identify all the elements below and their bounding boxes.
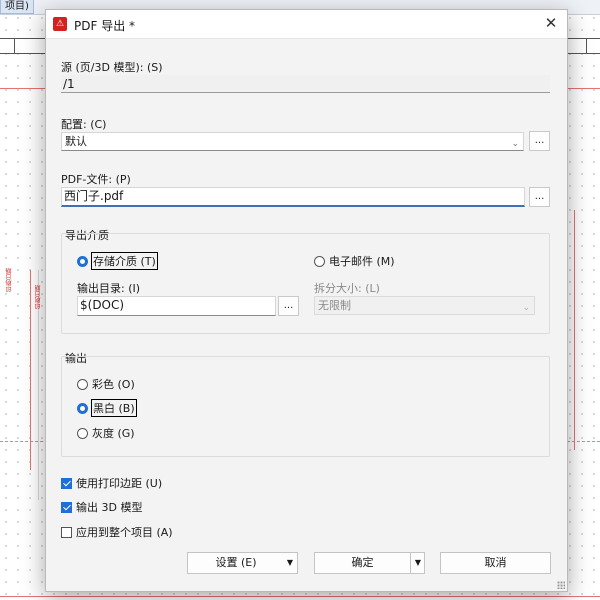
print-margin-checkbox[interactable]: 使用打印边距 (U) [61,475,162,491]
band-tick [586,39,587,53]
frame-line-red [574,210,575,450]
checkbox-checked-icon [61,501,72,513]
ok-button[interactable]: 确定 ▼ [314,552,425,574]
config-browse-button[interactable]: ... [529,131,550,151]
email-radio-label: 电子邮件 (M) [329,255,395,268]
split-size-value: 无限制 [318,299,351,312]
grayscale-radio[interactable]: 灰度 (G) [77,425,135,441]
pdf-file-browse-button[interactable]: ... [529,187,550,207]
checkbox-checked-icon [61,477,72,489]
checkbox-unchecked-icon [61,526,72,538]
output-dir-label: 输出目录: (I) [77,282,141,295]
cancel-button[interactable]: 取消 [440,552,551,574]
settings-button[interactable]: 设置 (E) ▼ [187,552,298,574]
output-dir-input[interactable]: $(DOC) [77,296,276,316]
split-size-dropdown: 无限制 ⌄ [314,296,535,315]
color-radio[interactable]: 彩色 (O) [77,376,135,392]
caret-down-icon[interactable]: ▼ [411,553,425,573]
close-icon[interactable]: ✕ [535,10,567,38]
chevron-down-icon: ⌄ [511,139,519,149]
dialog-title: PDF 导出 * [74,19,136,33]
config-label: 配置: (C) [61,118,107,131]
config-value: 默认 [65,135,87,148]
pdf-export-dialog: ⚠ PDF 导出 * ✕ 源 (页/3D 模型): (S) /1 配置: (C)… [45,9,568,592]
pdf-app-icon: ⚠ [53,17,67,31]
resize-grip-icon[interactable] [557,581,565,589]
email-radio[interactable]: 电子邮件 (M) [314,253,395,269]
radio-unselected-icon [77,378,88,390]
radio-selected-icon [77,402,88,414]
storage-radio-label: 存储介质 (T) [91,252,158,270]
chevron-down-icon: ⌄ [522,303,530,313]
pdf-file-input[interactable]: 西门子.pdf [61,187,525,207]
source-field: /1 [61,75,550,93]
background-vertical-text: 印刷日期 [6,268,13,292]
print-margin-label: 使用打印边距 (U) [76,477,163,490]
output-dir-browse-button[interactable]: ... [278,296,299,316]
export-3d-label: 输出 3D 模型 [76,501,143,514]
background-vertical-text: 印刷日期 [35,285,42,309]
color-radio-label: 彩色 (O) [92,378,135,391]
grayscale-radio-label: 灰度 (G) [92,427,135,440]
background-menu-label[interactable]: 项目) [0,0,34,14]
frame-line-red [30,270,31,470]
dialog-titlebar[interactable]: ⚠ PDF 导出 * ✕ [46,10,567,39]
frame-line-red [0,596,600,597]
radio-selected-icon [77,255,88,267]
radio-unselected-icon [77,427,88,439]
band-tick [14,39,15,53]
bw-radio-label: 黑白 (B) [91,399,137,417]
split-size-label: 拆分大小: (L) [314,282,380,295]
config-dropdown[interactable]: 默认 ⌄ [61,132,524,151]
caret-down-icon[interactable]: ▼ [283,553,297,573]
ok-button-label: 确定 [351,556,374,569]
export-3d-checkbox[interactable]: 输出 3D 模型 [61,499,142,515]
settings-button-label: 设置 (E) [215,556,257,569]
pdf-file-label: PDF-文件: (P) [61,173,131,186]
storage-radio[interactable]: 存储介质 (T) [77,252,158,270]
radio-unselected-icon [314,255,325,267]
apply-whole-project-label: 应用到整个项目 (A) [76,526,173,539]
apply-whole-project-checkbox[interactable]: 应用到整个项目 (A) [61,524,173,540]
source-label: 源 (页/3D 模型): (S) [61,61,163,74]
bw-radio[interactable]: 黑白 (B) [77,399,137,417]
